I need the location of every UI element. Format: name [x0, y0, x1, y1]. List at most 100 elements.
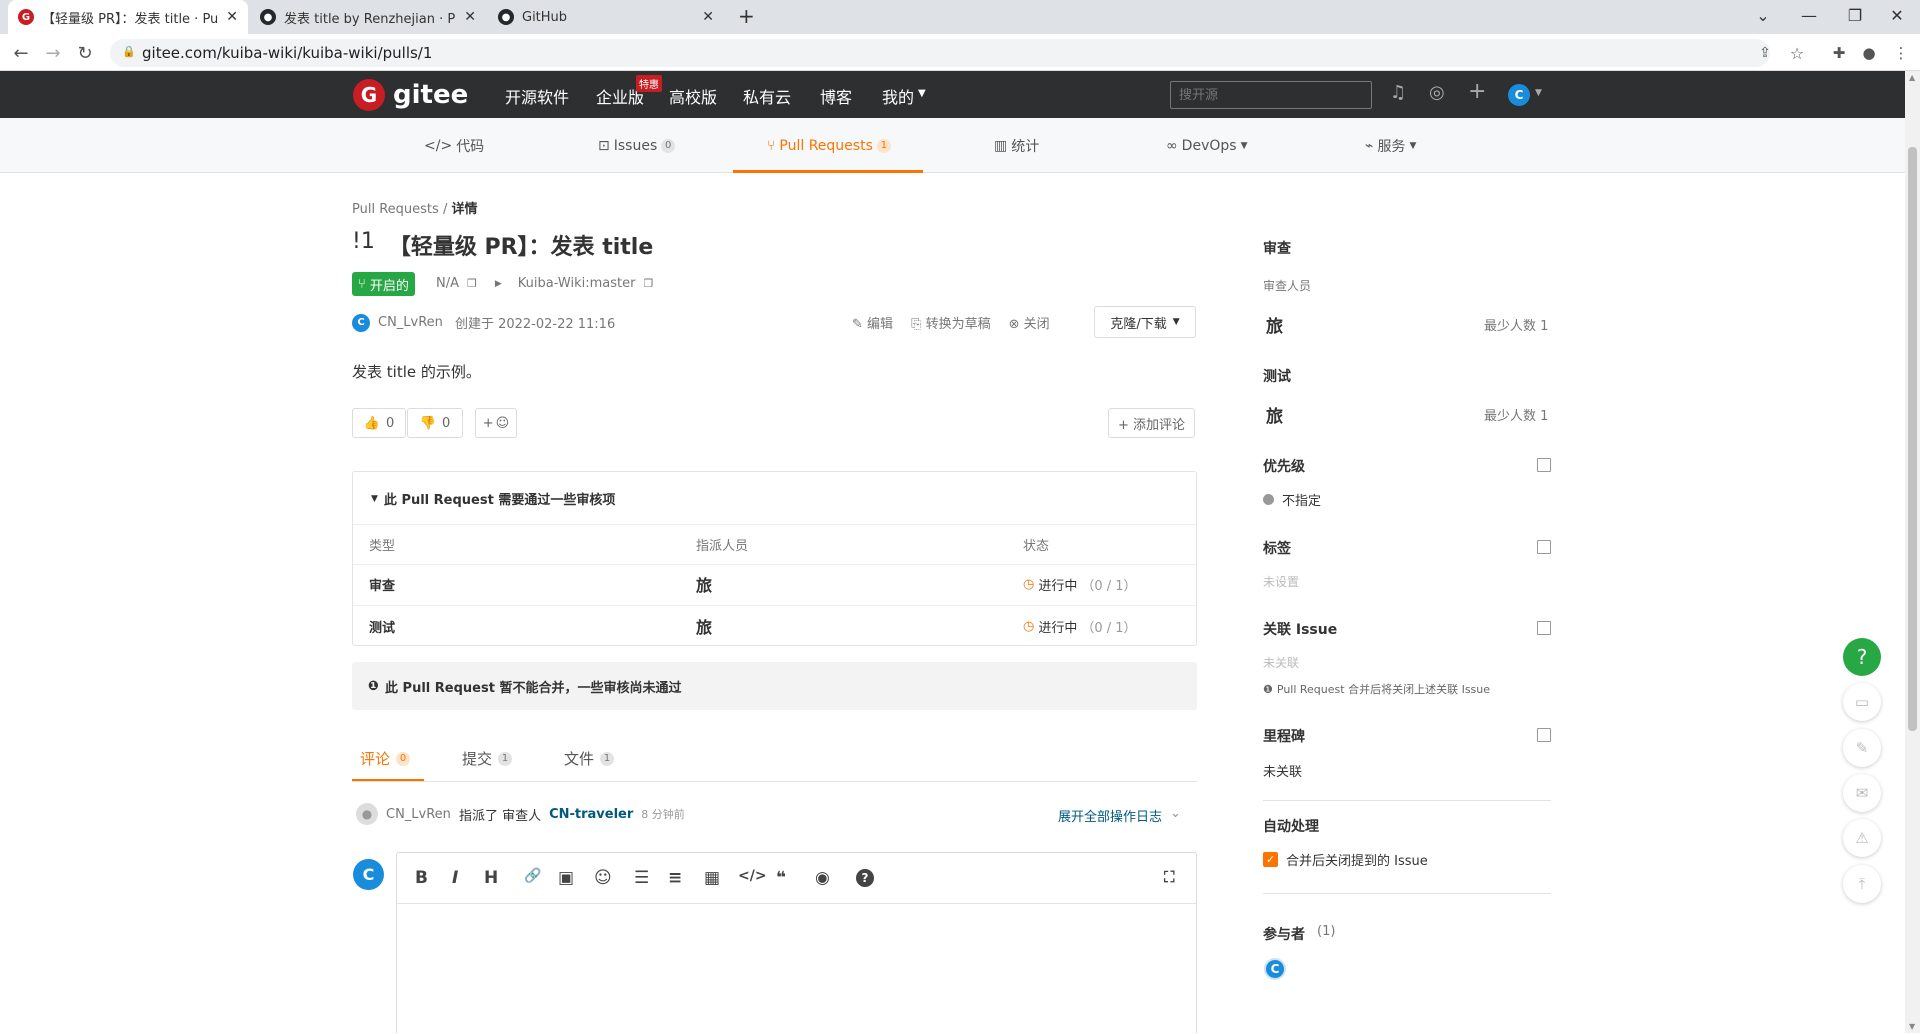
bold-button[interactable]: B — [415, 868, 428, 888]
tab-pull-requests[interactable]: ⑂ Pull Requests 1 — [767, 118, 891, 173]
edit-note-icon[interactable]: ✎ — [1843, 729, 1881, 767]
image-button[interactable]: ▣ — [558, 868, 574, 888]
auto-close-option[interactable]: ✓ 合并后关闭提到的 Issue — [1263, 850, 1428, 869]
browser-tab-2[interactable]: ● 发表 title by Renzhejian · Pull R ✕ — [250, 0, 486, 34]
tab-services[interactable]: ⌁ 服务 ▼ — [1365, 118, 1416, 173]
tab-comments[interactable]: 评论 0 — [360, 748, 411, 769]
tab-label: 评论 — [360, 750, 391, 768]
minimize-icon[interactable]: — — [1786, 0, 1832, 30]
maximize-icon[interactable]: ❐ — [1832, 0, 1878, 30]
fullscreen-button[interactable]: ⛶ — [1164, 868, 1175, 886]
activity-user[interactable]: CN_LvRen — [386, 807, 451, 822]
scroll-up-icon[interactable]: ▲ — [1909, 73, 1915, 82]
priority-dot-icon — [1263, 494, 1274, 505]
nav-mine[interactable]: 我的 — [882, 84, 914, 108]
ordered-list-button[interactable]: ≡ — [668, 868, 682, 888]
author-avatar[interactable]: C — [352, 313, 370, 332]
participant-avatar[interactable]: C — [1264, 958, 1286, 980]
bullet-list-button[interactable]: ☰ — [634, 868, 649, 888]
feedback-icon[interactable]: ▭ — [1843, 683, 1881, 721]
tab-commits[interactable]: 提交 1 — [462, 748, 513, 769]
gitee-logo[interactable]: G gitee — [353, 79, 468, 111]
pr-description: 发表 title 的示例。 — [352, 363, 481, 381]
help-fab-button[interactable]: ? — [1843, 638, 1881, 676]
chevron-down-icon: ▼ — [1535, 88, 1542, 98]
location-icon[interactable]: ◎ — [1429, 82, 1445, 103]
edit-button[interactable]: ✎ 编辑 — [852, 313, 893, 332]
tester-avatar[interactable]: 旅 — [1266, 402, 1283, 427]
window-close-icon[interactable]: ✕ — [1874, 0, 1920, 30]
share-icon[interactable]: ⇪ — [1752, 40, 1778, 66]
tab-stats[interactable]: ▥ 统计 — [994, 118, 1039, 173]
back-to-top-icon[interactable]: ⤒ — [1843, 865, 1881, 903]
tab-files[interactable]: 文件 1 — [564, 748, 615, 769]
close-icon[interactable]: ✕ — [702, 9, 714, 25]
add-comment-button[interactable]: + 添加评论 — [1108, 408, 1195, 438]
close-pr-button[interactable]: ⊗ 关闭 — [1009, 313, 1050, 332]
scroll-down-icon[interactable]: ▼ — [1909, 1022, 1915, 1031]
extensions-icon[interactable]: ✚ — [1826, 40, 1852, 66]
new-tab-button[interactable]: + — [738, 4, 755, 28]
add-reaction-button[interactable]: + ☺ — [475, 408, 517, 438]
preview-button[interactable]: ◉ — [815, 868, 830, 888]
back-icon[interactable]: ← — [8, 40, 34, 66]
progress-text: （0 / 1） — [1081, 621, 1137, 636]
copy-icon[interactable]: ❐ — [467, 277, 477, 290]
activity-target[interactable]: CN-traveler — [549, 807, 633, 822]
tab-devops[interactable]: ∞ DevOps ▼ — [1166, 118, 1247, 173]
link-button[interactable]: 🔗 — [524, 868, 541, 884]
browser-tab-1[interactable]: G 【轻量级 PR】：发表 title · Pull ✕ — [8, 0, 248, 34]
tab-issues[interactable]: ⊡ Issues 0 — [598, 118, 676, 173]
bookmark-star-icon[interactable]: ☆ — [1784, 40, 1810, 66]
browser-tab-3[interactable]: ● GitHub ✕ — [488, 0, 724, 34]
code-button[interactable]: </> — [738, 868, 767, 884]
nav-blog[interactable]: 博客 — [820, 84, 852, 108]
review-heading[interactable]: ▼ 此 Pull Request 需要通过一些审核项 — [371, 489, 615, 508]
edit-issue-icon[interactable] — [1537, 621, 1551, 635]
scrollbar-thumb[interactable] — [1908, 147, 1917, 731]
close-icon[interactable]: ✕ — [464, 9, 476, 25]
convert-draft-button[interactable]: ⎘ 转换为草稿 — [911, 313, 991, 332]
bell-icon[interactable]: ♫ — [1390, 82, 1406, 103]
italic-button[interactable]: I — [452, 868, 458, 888]
mail-icon[interactable]: ✉ — [1843, 774, 1881, 812]
info-icon: ❶ — [1263, 682, 1273, 696]
heading-button[interactable]: H — [484, 868, 498, 888]
reviewer-avatar[interactable]: 旅 — [1266, 312, 1283, 337]
scrollbar[interactable]: ▲ ▼ — [1905, 71, 1920, 1033]
checkbox-checked-icon[interactable]: ✓ — [1263, 852, 1278, 867]
plus-icon[interactable]: + — [1468, 79, 1486, 104]
table-button[interactable]: ▦ — [704, 868, 720, 888]
copy-icon[interactable]: ❐ — [643, 277, 653, 290]
edit-priority-icon[interactable] — [1537, 458, 1551, 472]
nav-university[interactable]: 高校版 — [669, 84, 717, 108]
thumbs-up-button[interactable]: 👍 0 — [352, 408, 406, 438]
reload-icon[interactable]: ↻ — [72, 40, 98, 66]
help-button[interactable]: ? — [856, 869, 874, 887]
emoji-button[interactable]: ☺ — [594, 868, 612, 888]
user-avatar[interactable]: C — [1508, 84, 1530, 106]
thumbs-down-button[interactable]: 👎 0 — [407, 408, 463, 438]
warning-icon[interactable]: ⚠ — [1843, 819, 1881, 857]
tab-code[interactable]: </> 代码 — [424, 118, 484, 173]
author-link[interactable]: CN_LvRen — [378, 315, 443, 330]
expand-log-link[interactable]: 展开全部操作日志 ⌄ — [1058, 806, 1181, 825]
menu-icon[interactable]: ⋮ — [1888, 40, 1914, 66]
close-icon[interactable]: ✕ — [226, 9, 238, 25]
breadcrumb-pull-requests[interactable]: Pull Requests — [352, 202, 439, 217]
edit-label-icon[interactable] — [1537, 540, 1551, 554]
assignee-avatar[interactable]: 旅 — [696, 572, 712, 596]
clone-download-button[interactable]: 克隆/下载 ▼ — [1094, 306, 1196, 338]
nav-private-cloud[interactable]: 私有云 — [743, 84, 791, 108]
assignee-avatar[interactable]: 旅 — [696, 614, 712, 638]
quote-button[interactable]: ❝ — [776, 868, 786, 888]
search-input[interactable] — [1170, 81, 1372, 109]
profile-icon[interactable]: ● — [1856, 40, 1882, 66]
review-divider — [353, 564, 1196, 565]
forward-icon[interactable]: → — [40, 40, 66, 66]
edit-milestone-icon[interactable] — [1537, 728, 1551, 742]
comment-textarea[interactable] — [397, 904, 1196, 1034]
nav-open-source[interactable]: 开源软件 — [505, 84, 569, 108]
tab-search-icon[interactable]: ⌄ — [1740, 0, 1786, 30]
url-field[interactable]: 🔒 gitee.com/kuiba-wiki/kuiba-wiki/pulls/… — [110, 39, 1770, 67]
